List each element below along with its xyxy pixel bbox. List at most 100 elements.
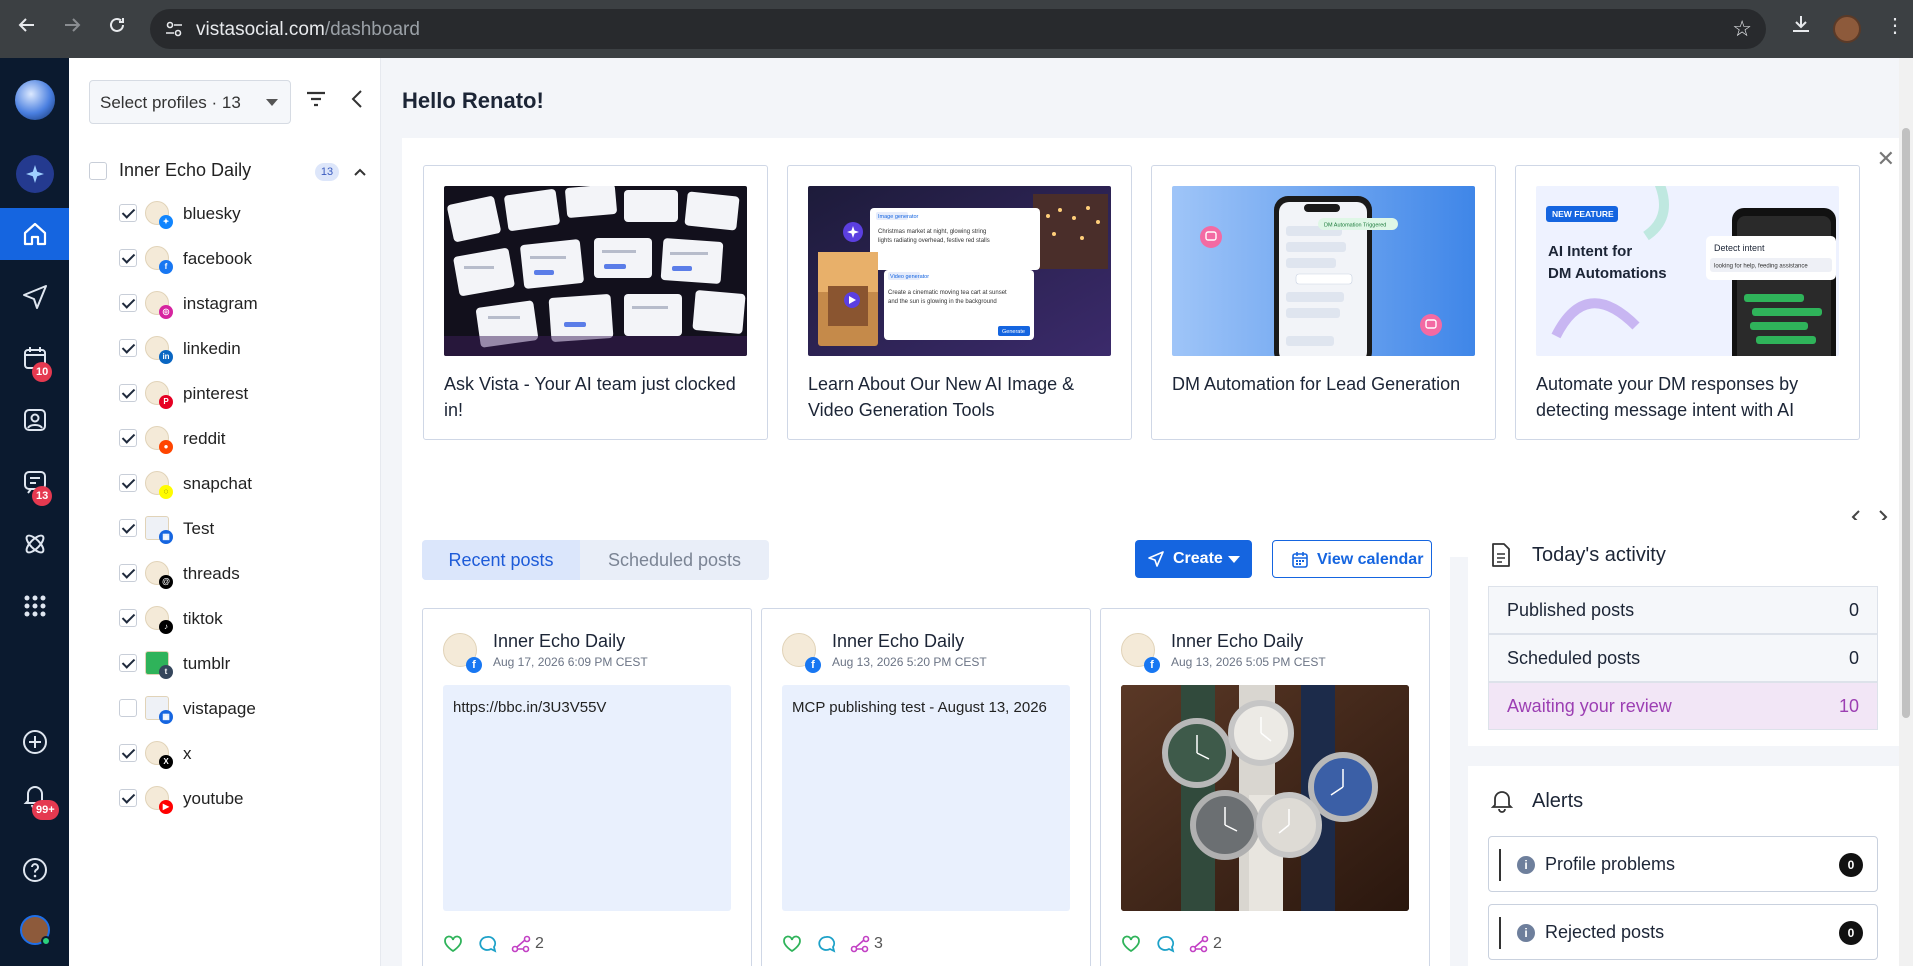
profile-item-snapchat[interactable]: ◌ snapchat [119,468,359,499]
inbox-icon[interactable]: 13 [0,456,69,508]
promo-card[interactable]: DM Automation Triggered DM Automation fo… [1151,165,1496,440]
share-icon[interactable] [1189,935,1209,958]
tab-recent-posts[interactable]: Recent posts [422,540,580,580]
profile-item-threads[interactable]: @ threads [119,558,359,589]
scrollbar-thumb[interactable] [1902,128,1910,718]
profile-checkbox[interactable] [119,339,137,357]
share-icon[interactable] [850,935,870,958]
comment-bubble-icon[interactable] [1155,935,1175,958]
ai-intent-heading-line-1: AI Intent for [1548,243,1632,260]
create-button[interactable]: Create [1135,540,1252,578]
promo-image-dm-automation: DM Automation Triggered [1172,186,1475,356]
activity-row-published[interactable]: Published posts 0 [1488,586,1878,634]
profile-group-row[interactable]: Inner Echo Daily 13 [89,156,379,186]
select-profiles-dropdown[interactable]: Select profiles · 13 [89,80,291,124]
post-content: MCP publishing test - August 13, 2026 [782,685,1070,911]
activity-row-awaiting-review[interactable]: Awaiting your review 10 [1488,682,1878,730]
help-icon[interactable] [0,844,69,896]
promo-card[interactable]: Detect intent looking for help, feeding … [1515,165,1860,440]
profile-checkbox[interactable] [119,699,137,717]
profile-item-facebook[interactable]: f facebook [119,243,359,274]
like-heart-icon[interactable] [1121,935,1141,958]
alert-label: Profile problems [1545,854,1676,874]
profile-checkbox[interactable] [119,789,137,807]
alert-row-profile-problems[interactable]: i Profile problems 0 [1488,836,1878,892]
vista-logo[interactable] [0,74,69,126]
profile-name: tumblr [183,654,231,673]
promo-card[interactable]: Image generator Christmas market at nigh… [787,165,1132,440]
close-icon[interactable]: ✕ [1877,146,1895,172]
profile-checkbox[interactable] [119,249,137,267]
promo-card[interactable]: Ask Vista - Your AI team just clocked in… [423,165,768,440]
pinterest-icon: P [159,395,173,409]
profile-item-pinterest[interactable]: Ppinterest [119,378,359,409]
profile-checkbox[interactable] [119,744,137,762]
comment-bubble-icon[interactable] [477,935,497,958]
post-author: Inner Echo Daily [493,631,626,651]
url-text: vistasocial.com/dashboard [196,19,420,41]
post-card[interactable]: f Inner Echo Daily Aug 13, 2026 5:05 PM … [1100,608,1430,966]
profile-item-instagram[interactable]: ◎ instagram [119,288,359,319]
profile-item-reddit[interactable]: ● reddit [119,423,359,454]
chevron-up-icon[interactable] [353,164,367,182]
profile-checkbox[interactable] [119,474,137,492]
address-bar[interactable]: vistasocial.com/dashboard ☆ [150,9,1766,49]
download-icon[interactable] [1790,13,1812,41]
profile-item-x[interactable]: Xx [119,738,359,769]
collapse-sidebar-icon[interactable] [349,88,365,115]
profile-name: linkedin [183,339,241,358]
tumblr-icon: t [159,665,173,679]
filter-icon[interactable] [305,90,327,113]
site-settings-icon[interactable] [164,19,184,39]
ai-intent-heading-line-2: DM Automations [1548,265,1667,282]
profile-checkbox[interactable] [119,654,137,672]
profile-item-tiktok[interactable]: ♪ tiktok [119,603,359,634]
post-actions: 3 [782,933,1042,955]
user-avatar[interactable] [0,904,69,956]
profile-item-bluesky[interactable]: ✦ bluesky [119,198,359,229]
like-heart-icon[interactable] [443,935,463,958]
profile-item-vistapage[interactable]: ▦ vistapage [119,693,359,724]
profile-checkbox[interactable] [119,294,137,312]
apps-grid-icon[interactable] [0,580,69,632]
calendar-icon[interactable]: 10 [0,332,69,384]
post-card[interactable]: f Inner Echo Daily Aug 17, 2026 6:09 PM … [422,608,752,966]
comment-bubble-icon[interactable] [816,935,836,958]
profile-checkbox[interactable] [119,519,137,537]
activity-row-scheduled[interactable]: Scheduled posts 0 [1488,634,1878,682]
media-library-icon[interactable] [0,394,69,446]
document-icon [1490,542,1512,573]
profile-item-youtube[interactable]: ▶ youtube [119,783,359,814]
bookmark-star-icon[interactable]: ☆ [1732,16,1752,42]
browser-profile-avatar[interactable] [1833,15,1861,43]
home-icon[interactable] [0,208,69,260]
share-icon[interactable] [511,935,531,958]
browser-menu-icon[interactable]: ⋮ [1885,13,1905,38]
reload-icon[interactable] [100,12,134,46]
post-card[interactable]: f Inner Echo Daily Aug 13, 2026 5:20 PM … [761,608,1091,966]
back-icon[interactable] [10,12,44,46]
view-calendar-button[interactable]: View calendar [1272,540,1432,578]
profile-checkbox[interactable] [119,204,137,222]
profile-checkbox[interactable] [119,384,137,402]
profile-item-tumblr[interactable]: t tumblr [119,648,359,679]
profile-checkbox[interactable] [119,564,137,582]
profile-checkbox[interactable] [119,609,137,627]
add-icon[interactable] [0,716,69,768]
group-name: Inner Echo Daily [119,160,252,180]
url-domain: vistasocial.com [196,19,325,40]
group-checkbox[interactable] [89,162,107,180]
profile-item-test[interactable]: ▦ Test [119,513,359,544]
profile-item-linkedin[interactable]: in linkedin [119,333,359,364]
ask-vista-sparkle-icon[interactable] [0,148,69,200]
alert-row-rejected-posts[interactable]: i Rejected posts 0 [1488,904,1878,960]
publish-send-icon[interactable] [0,270,69,322]
profile-name: youtube [183,789,244,808]
integrations-atom-icon[interactable] [0,518,69,570]
tab-scheduled-posts[interactable]: Scheduled posts [580,540,769,580]
notifications-bell-icon[interactable]: 99+ [0,770,69,822]
like-heart-icon[interactable] [782,935,802,958]
profile-checkbox[interactable] [119,429,137,447]
forward-icon[interactable] [55,12,89,46]
page-scrollbar[interactable] [1899,58,1913,966]
